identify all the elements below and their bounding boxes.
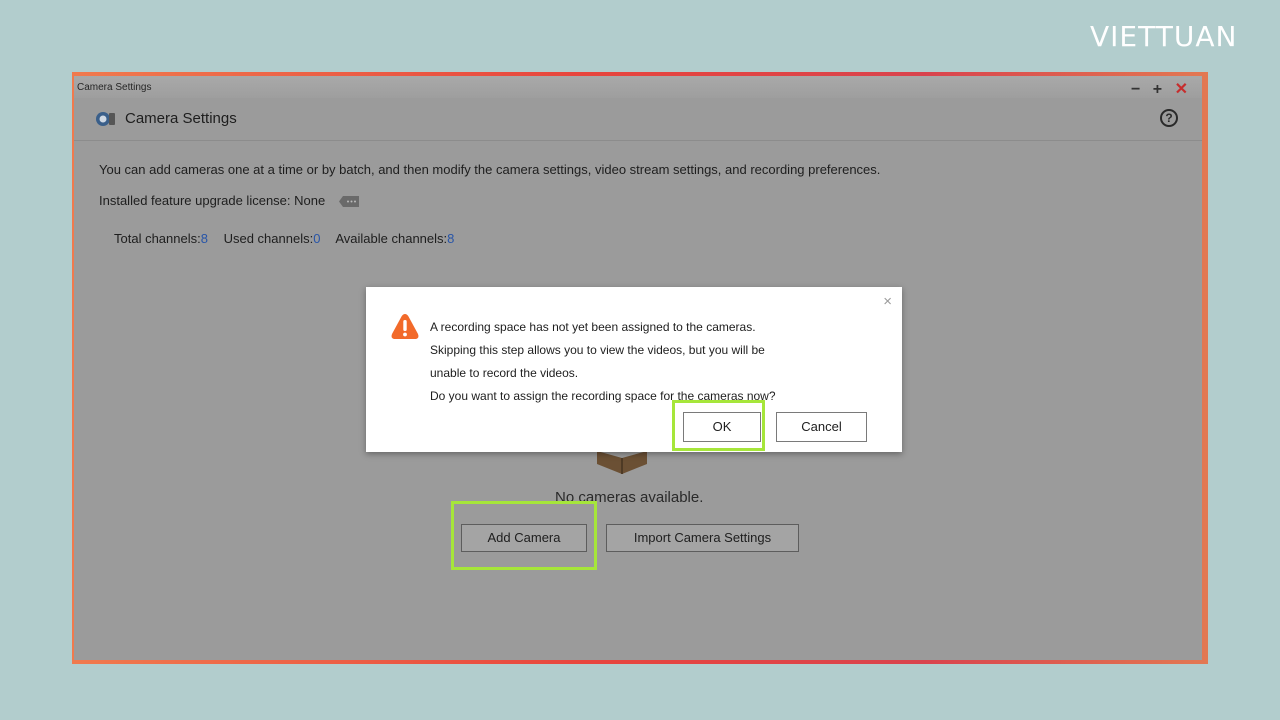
total-channels: Total channels:8 — [114, 231, 208, 246]
available-channels-label: Available channels: — [335, 231, 448, 246]
intro-text: You can add cameras one at a time or by … — [99, 162, 881, 177]
dialog-line: A recording space has not yet been assig… — [430, 320, 756, 334]
dialog-line: Skipping this step allows you to view th… — [430, 343, 765, 357]
dialog-line: unable to record the videos. — [430, 366, 579, 380]
titlebar-title: Camera Settings — [77, 82, 152, 93]
license-tag-icon[interactable] — [338, 196, 359, 208]
total-channels-label: Total channels: — [114, 231, 201, 246]
ok-highlight — [672, 400, 765, 451]
used-channels: Used channels:0 — [224, 231, 321, 246]
page-title: Camera Settings — [125, 110, 237, 127]
camera-icon — [96, 112, 115, 126]
help-icon[interactable]: ? — [1160, 109, 1178, 127]
total-channels-value: 8 — [200, 231, 208, 246]
license-info: Installed feature upgrade license: None — [99, 193, 359, 208]
warning-dialog: × A recording space has not yet been ass… — [366, 287, 902, 452]
used-channels-label: Used channels: — [223, 231, 314, 246]
dialog-close-icon[interactable]: × — [883, 293, 892, 310]
add-camera-highlight — [451, 501, 597, 570]
cancel-button[interactable]: Cancel — [776, 412, 867, 442]
used-channels-value: 0 — [313, 231, 321, 246]
import-camera-settings-button[interactable]: Import Camera Settings — [606, 524, 799, 552]
license-label: Installed feature upgrade license: None — [99, 193, 326, 208]
window-controls: − + ✕ — [1123, 79, 1188, 99]
close-button[interactable]: ✕ — [1175, 79, 1188, 99]
brand-logo: VIETTUAN — [1090, 20, 1238, 53]
page-header: Camera Settings ? — [74, 98, 1202, 141]
dialog-message: A recording space has not yet been assig… — [430, 316, 776, 408]
titlebar: Camera Settings − + ✕ — [74, 76, 1202, 98]
available-channels-value: 8 — [447, 231, 455, 246]
available-channels: Available channels:8 — [335, 231, 454, 246]
channel-summary: Total channels:8 Used channels:0 Availab… — [114, 231, 466, 246]
warning-icon — [391, 314, 419, 339]
maximize-button[interactable]: + — [1153, 81, 1162, 99]
minimize-button[interactable]: − — [1131, 81, 1140, 99]
